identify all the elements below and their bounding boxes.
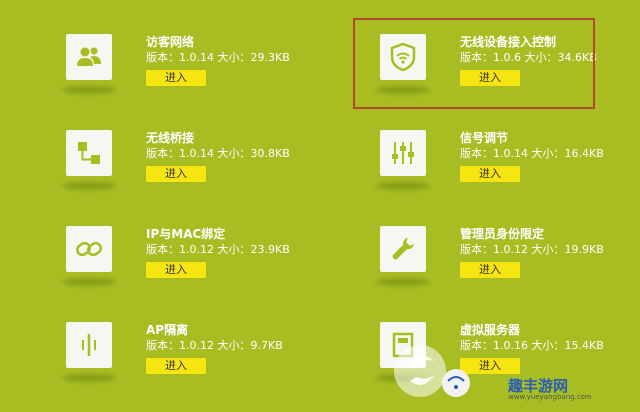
app-version-size: 版本：1.0.12 大小：23.9KB: [146, 243, 290, 256]
guest-users-icon[interactable]: [66, 34, 112, 80]
enter-button[interactable]: 进入: [146, 262, 206, 278]
app-version-size: 版本：1.0.12 大小：9.7KB: [146, 339, 283, 352]
app-info: 信号调节 版本：1.0.14 大小：16.4KB 进入: [460, 130, 640, 182]
app-list: 访客网络 版本：1.0.14 大小：29.3KB 进入 无线设备接入控制 版本：…: [0, 0, 640, 403]
app-tile-ip-mac-binding: IP与MAC绑定 版本：1.0.12 大小：23.9KB 进入: [62, 226, 336, 316]
icon-shadow: [376, 182, 430, 190]
wrench-icon[interactable]: [380, 226, 426, 272]
icon-shadow: [376, 374, 430, 382]
server-icon[interactable]: [380, 322, 426, 368]
app-tile-guest-network: 访客网络 版本：1.0.14 大小：29.3KB 进入: [62, 34, 336, 124]
app-info: 管理员身份限定 版本：1.0.12 大小：19.9KB 进入: [460, 226, 640, 278]
app-name: 虚拟服务器: [460, 323, 521, 337]
app-tile-virtual-server: 虚拟服务器 版本：1.0.16 大小：15.4KB 进入: [376, 322, 640, 412]
bridge-nodes-icon[interactable]: [66, 130, 112, 176]
app-name: 信号调节: [460, 131, 509, 145]
app-name: 访客网络: [146, 35, 195, 49]
app-version-size: 版本：1.0.14 大小：16.4KB: [460, 147, 604, 160]
icon-shadow: [62, 86, 116, 94]
app-name: 管理员身份限定: [460, 227, 545, 241]
chain-link-icon[interactable]: [66, 226, 112, 272]
icon-shadow: [376, 278, 430, 286]
app-info: 访客网络 版本：1.0.14 大小：29.3KB 进入: [146, 34, 336, 86]
isolation-icon[interactable]: [66, 322, 112, 368]
app-version-size: 版本：1.0.12 大小：19.9KB: [460, 243, 604, 256]
enter-button[interactable]: 进入: [460, 166, 520, 182]
app-name: AP隔离: [146, 323, 189, 337]
app-info: 虚拟服务器 版本：1.0.16 大小：15.4KB 进入: [460, 322, 640, 374]
highlight-frame: [353, 18, 595, 109]
app-tile-wireless-bridge: 无线桥接 版本：1.0.14 大小：30.8KB 进入: [62, 130, 336, 220]
app-tile-ap-isolation: AP隔离 版本：1.0.12 大小：9.7KB 进入: [62, 322, 336, 412]
app-info: IP与MAC绑定 版本：1.0.12 大小：23.9KB 进入: [146, 226, 336, 278]
app-info: AP隔离 版本：1.0.12 大小：9.7KB 进入: [146, 322, 336, 374]
icon-shadow: [62, 182, 116, 190]
app-tile-signal-tuning: 信号调节 版本：1.0.14 大小：16.4KB 进入: [376, 130, 640, 220]
app-version-size: 版本：1.0.14 大小：29.3KB: [146, 51, 290, 64]
enter-button[interactable]: 进入: [146, 358, 206, 374]
enter-button[interactable]: 进入: [146, 70, 206, 86]
app-info: 无线桥接 版本：1.0.14 大小：30.8KB 进入: [146, 130, 336, 182]
app-tile-admin-restriction: 管理员身份限定 版本：1.0.12 大小：19.9KB 进入: [376, 226, 640, 316]
app-name: 无线桥接: [146, 131, 195, 145]
app-name: IP与MAC绑定: [146, 227, 226, 241]
icon-shadow: [62, 374, 116, 382]
enter-button[interactable]: 进入: [460, 262, 520, 278]
enter-button[interactable]: 进入: [460, 358, 520, 374]
icon-shadow: [62, 278, 116, 286]
sliders-icon[interactable]: [380, 130, 426, 176]
app-version-size: 版本：1.0.14 大小：30.8KB: [146, 147, 290, 160]
app-version-size: 版本：1.0.16 大小：15.4KB: [460, 339, 604, 352]
enter-button[interactable]: 进入: [146, 166, 206, 182]
